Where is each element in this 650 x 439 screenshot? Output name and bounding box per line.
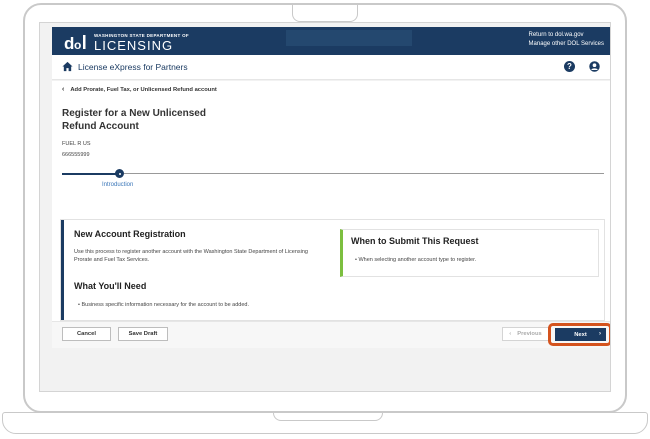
header-links: Return to dol.wa.gov Manage other DOL Se… [529,31,604,49]
save-draft-button[interactable]: Save Draft [118,327,168,341]
when-to-submit-callout: When to Submit This Request • When selec… [340,229,599,277]
chevron-left-icon: ‹ [509,331,512,337]
chevron-right-icon: › [599,331,601,337]
next-button-highlight: Next › [548,323,610,346]
chevron-left-icon: ‹ [62,86,65,93]
what-youll-need-heading: What You'll Need [74,281,147,291]
breadcrumb-back-link[interactable]: ‹ Add Prorate, Fuel Tax, or Unlicensed R… [62,86,217,93]
manage-services-link[interactable]: Manage other DOL Services [529,40,604,49]
previous-button-label: Previous [517,331,542,337]
account-name: FUEL R US [62,141,91,147]
laptop-base [2,412,648,434]
next-button[interactable]: Next › [555,328,606,341]
new-account-description: Use this process to register another acc… [74,249,308,263]
intro-content-card: New Account Registration Use this proces… [60,219,605,321]
return-to-dol-link[interactable]: Return to dol.wa.gov [529,31,604,40]
laptop-base-groove [273,413,383,421]
new-account-heading: New Account Registration [74,229,186,239]
svg-text:o: o [74,38,81,52]
logo-agency-big: LICENSING [94,37,174,53]
when-to-submit-heading: When to Submit This Request [351,236,479,246]
help-icon[interactable]: ? [564,61,575,72]
dol-logo[interactable]: d o WASHINGTON STATE DEPARTMENT OF LICEN… [64,31,189,53]
stepper-track-line [124,173,604,174]
page-title: Register for a New Unlicensed Refund Acc… [62,108,206,132]
need-list-item: • Business specific information necessar… [78,302,250,308]
home-icon[interactable] [62,61,73,72]
logo-wordmark: WASHINGTON STATE DEPARTMENT OF LICENSING [94,33,189,52]
header-blank-field [286,30,412,46]
step-indicator-current [115,169,124,178]
stepper-progress-line [62,173,117,175]
need-item-text: Business specific information necessary … [81,302,250,308]
top-header-bar: d o WASHINGTON STATE DEPARTMENT OF LICEN… [52,27,610,55]
previous-button[interactable]: ‹ Previous [502,327,549,341]
dol-logo-icon: d o [64,34,86,52]
app-subheader: License eXpress for Partners ? [52,55,610,80]
step-label-introduction: Introduction [102,182,134,188]
main-panel: ‹ Add Prorate, Fuel Tax, or Unlicensed R… [52,81,610,346]
action-footer: Cancel Save Draft ‹ Previous Next › [52,321,610,348]
when-item-text: When selecting another account type to r… [358,257,477,263]
progress-stepper: Introduction [62,167,604,197]
account-number: 666555999 [62,152,90,158]
user-account-icon[interactable] [589,61,600,72]
registration-info-section: New Account Registration Use this proces… [61,220,338,320]
laptop-camera-notch [292,5,358,22]
next-button-label: Next [574,331,587,338]
when-list-item: • When selecting another account type to… [355,257,477,263]
cancel-button[interactable]: Cancel [62,327,111,341]
svg-text:d: d [64,34,74,52]
browser-screen: d o WASHINGTON STATE DEPARTMENT OF LICEN… [39,22,611,392]
app-title[interactable]: License eXpress for Partners [78,62,188,72]
breadcrumb-label: Add Prorate, Fuel Tax, or Unlicensed Ref… [70,86,217,93]
